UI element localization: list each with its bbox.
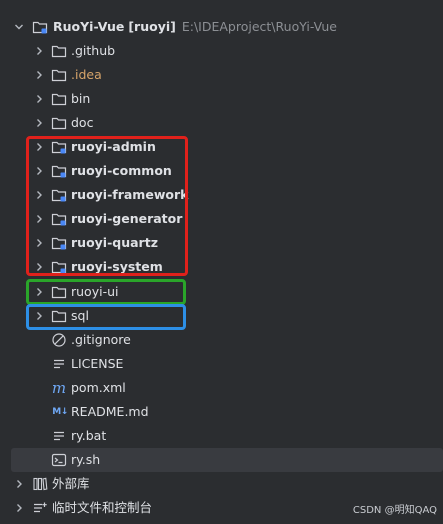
folder-icon xyxy=(51,43,67,59)
module-tag: [ruoyi] xyxy=(128,19,176,34)
chevron-right-icon[interactable] xyxy=(13,478,25,490)
tree-row-gitignore[interactable]: .gitignore xyxy=(0,328,443,352)
folder-icon xyxy=(51,115,67,131)
project-name: RuoYi-Vue xyxy=(53,19,125,34)
text-file-icon xyxy=(51,428,67,444)
tree-row-external-libraries[interactable]: 外部库 xyxy=(0,472,443,496)
item-label: doc xyxy=(71,115,94,130)
item-label: README.md xyxy=(71,404,149,419)
tree-row-doc[interactable]: doc xyxy=(0,111,443,135)
folder-icon xyxy=(51,91,67,107)
red-highlight-box xyxy=(26,136,188,276)
item-label: 外部库 xyxy=(52,476,90,491)
text-file-icon xyxy=(51,356,67,372)
ignore-file-icon xyxy=(51,332,67,348)
item-label: bin xyxy=(71,91,91,106)
chevron-down-icon[interactable] xyxy=(13,21,25,33)
item-label: 临时文件和控制台 xyxy=(52,500,153,515)
tree-row-github[interactable]: .github xyxy=(0,39,443,63)
tree-row-license[interactable]: LICENSE xyxy=(0,352,443,376)
tree-row-pom-xml[interactable]: m pom.xml xyxy=(0,376,443,400)
tree-row-ry-bat[interactable]: ry.bat xyxy=(0,424,443,448)
item-label: .idea xyxy=(71,67,102,82)
tree-row-bin[interactable]: bin xyxy=(0,87,443,111)
markdown-file-icon: M↓ xyxy=(52,407,68,417)
blue-highlight-box xyxy=(26,304,186,330)
tree-row-readme[interactable]: M↓ README.md xyxy=(0,400,443,424)
item-label: LICENSE xyxy=(71,356,124,371)
tree-row-project-root[interactable]: RuoYi-Vue [ruoyi] E:\IDEAproject\RuoYi-Vu… xyxy=(0,15,443,39)
green-highlight-box xyxy=(26,279,186,305)
project-root-label: RuoYi-Vue [ruoyi] E:\IDEAproject\RuoYi-Vu… xyxy=(53,15,337,39)
chevron-right-icon[interactable] xyxy=(33,93,45,105)
tree-row-ry-sh[interactable]: ry.sh xyxy=(11,448,443,472)
item-label: ry.bat xyxy=(71,428,107,443)
project-tree: RuoYi-Vue [ruoyi] E:\IDEAproject\RuoYi-Vu… xyxy=(0,0,443,524)
item-label: ry.sh xyxy=(71,452,101,467)
chevron-right-icon[interactable] xyxy=(33,45,45,57)
library-icon xyxy=(32,476,48,492)
module-folder-icon xyxy=(32,19,48,35)
item-label: .gitignore xyxy=(71,332,131,347)
folder-icon xyxy=(51,67,67,83)
project-path: E:\IDEAproject\RuoYi-Vue xyxy=(181,19,337,34)
chevron-right-icon[interactable] xyxy=(33,69,45,81)
terminal-file-icon xyxy=(51,452,67,468)
chevron-right-icon[interactable] xyxy=(33,117,45,129)
scratches-icon xyxy=(32,500,48,516)
tree-row-idea[interactable]: .idea xyxy=(0,63,443,87)
chevron-right-icon[interactable] xyxy=(13,502,25,514)
item-label: pom.xml xyxy=(71,380,126,395)
maven-file-icon: m xyxy=(51,379,67,397)
item-label: .github xyxy=(71,43,116,58)
watermark: CSDN @明知QAQ xyxy=(352,505,437,516)
